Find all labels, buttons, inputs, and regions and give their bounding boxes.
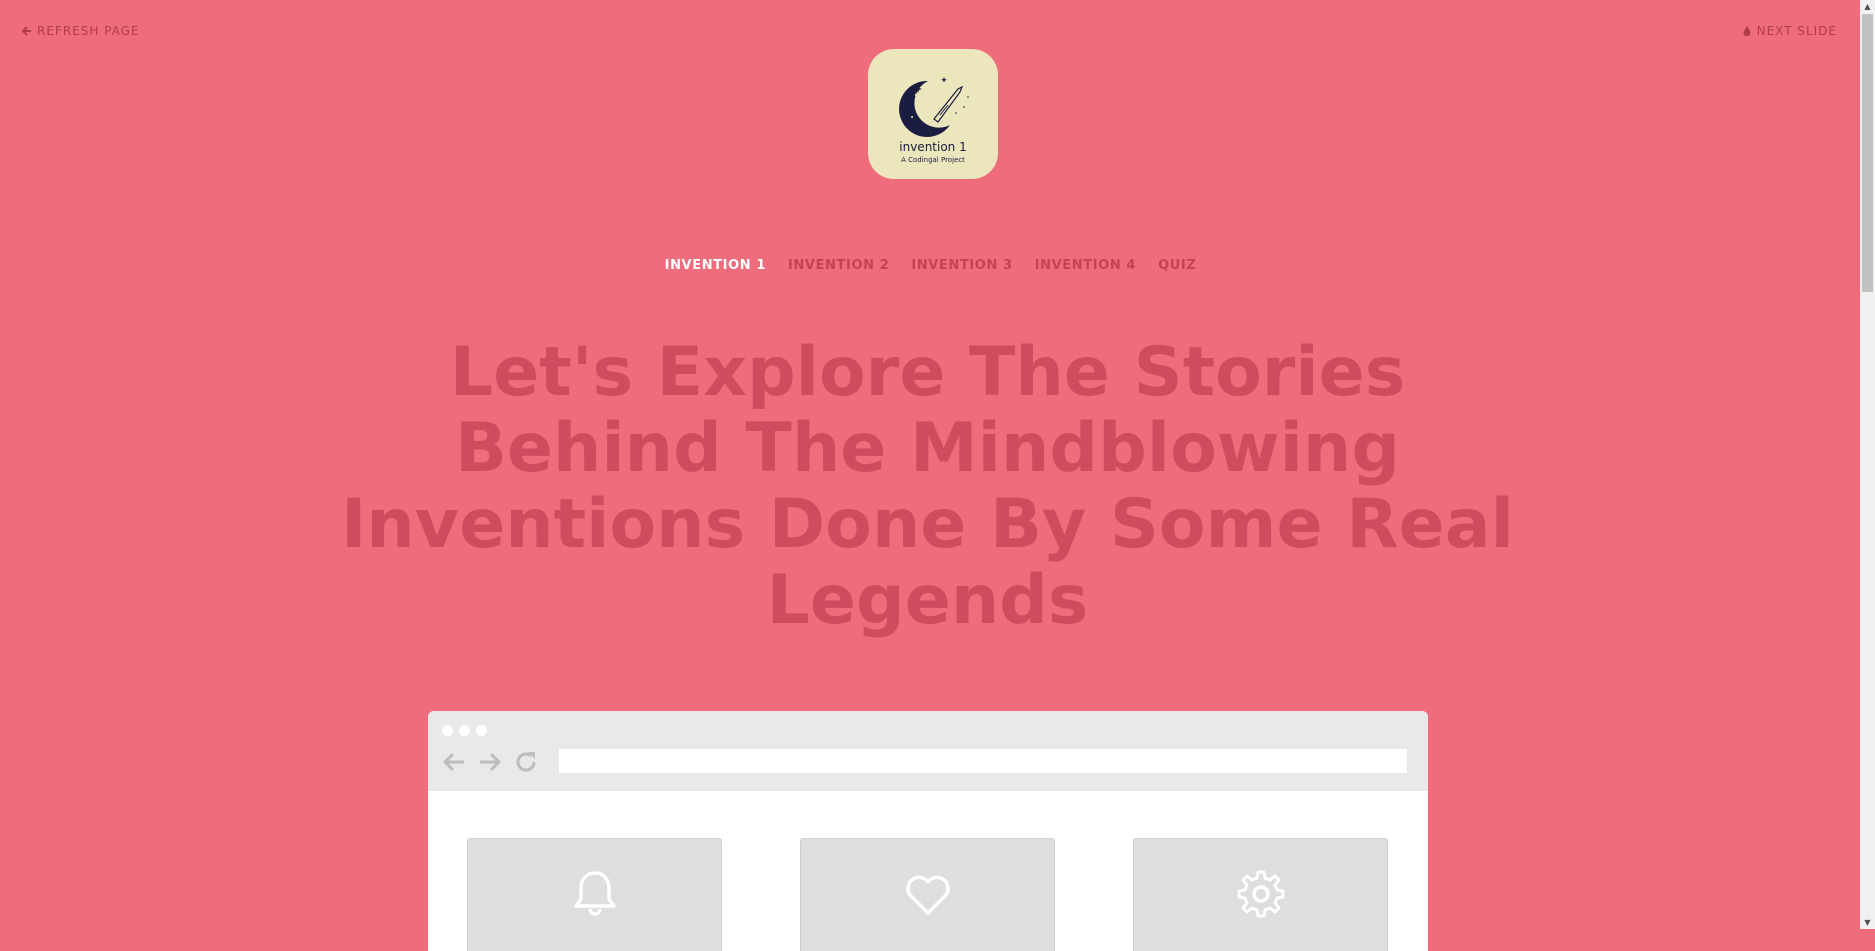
window-dot [442,725,453,736]
url-bar [559,749,1407,773]
nav-item-quiz[interactable]: QUIZ [1158,258,1196,273]
window-dot [476,725,487,736]
hero-headline: Let's Explore The Stories Behind The Min… [341,333,1514,640]
scroll-thumb[interactable] [1862,14,1873,292]
nav-item-invention-1[interactable]: INVENTION 1 [665,258,766,273]
bell-icon [573,871,616,916]
arrow-left-icon [22,26,31,36]
browser-toolbar [428,711,1428,791]
logo-subtitle: A Codingal Project [901,156,965,164]
browser-mockup [428,711,1428,951]
gear-icon [1237,870,1284,918]
scroll-up-icon[interactable]: ▲ [1863,2,1872,11]
rocket-moon-logo-icon [899,77,969,137]
reload-icon [512,748,540,776]
nav-item-invention-4[interactable]: INVENTION 4 [1035,258,1136,273]
heart-icon [905,875,950,915]
feature-card-gear [1133,838,1388,951]
back-arrow-icon [440,748,468,776]
scroll-down-icon[interactable]: ▼ [1863,918,1872,927]
drop-icon [1743,26,1751,36]
nav-item-invention-2[interactable]: INVENTION 2 [788,258,889,273]
main-nav: INVENTION 1 INVENTION 2 INVENTION 3 INVE… [0,258,1875,273]
window-controls [442,725,487,736]
site-logo[interactable]: invention 1 A Codingal Project [868,49,998,179]
feature-card-heart [800,838,1055,951]
next-slide-link[interactable]: NEXT SLIDE [1742,24,1837,38]
page-scrollbar[interactable]: ▲ ▼ [1860,0,1875,929]
forward-arrow-icon [476,748,504,776]
feature-card-bell [467,838,722,951]
next-slide-label: NEXT SLIDE [1756,24,1837,38]
window-dot [459,725,470,736]
nav-item-invention-3[interactable]: INVENTION 3 [911,258,1012,273]
logo-title: invention 1 [899,140,967,154]
refresh-page-link[interactable]: REFRESH PAGE [22,24,140,38]
refresh-page-label: REFRESH PAGE [37,24,140,38]
